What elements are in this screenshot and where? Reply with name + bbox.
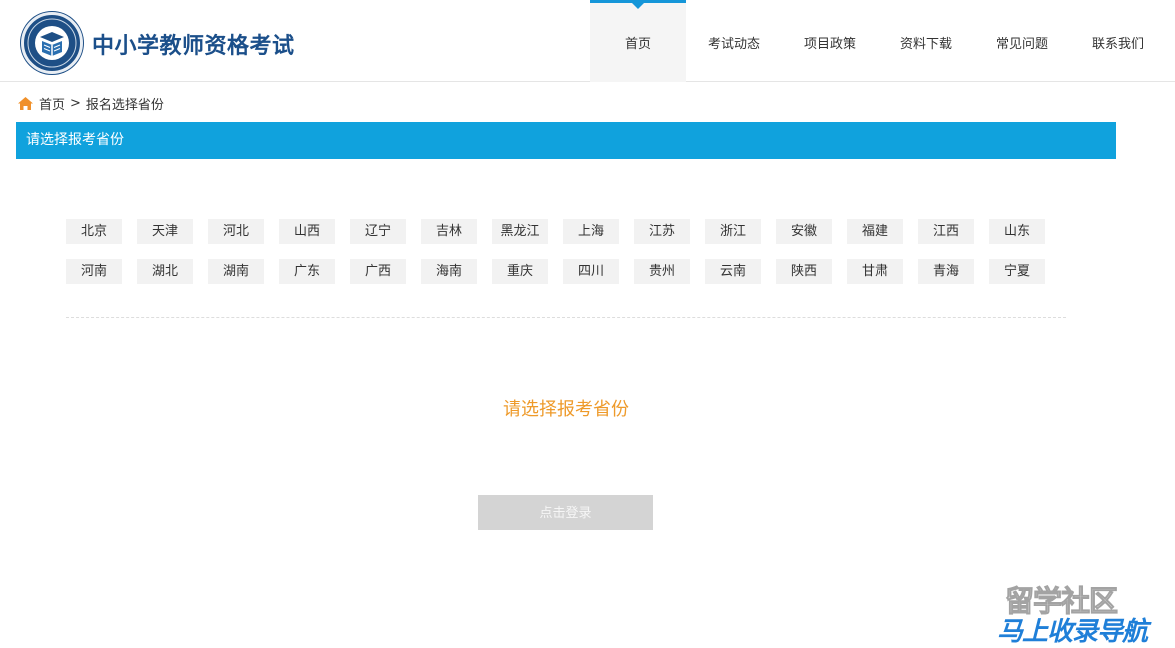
breadcrumb: 首页 > 报名选择省份 xyxy=(17,93,164,113)
breadcrumb-home-link[interactable]: 首页 xyxy=(39,94,65,113)
province-button[interactable]: 山东 xyxy=(989,219,1045,244)
province-button[interactable]: 四川 xyxy=(563,259,619,284)
province-button[interactable]: 湖南 xyxy=(208,259,264,284)
nav-item-downloads[interactable]: 资料下载 xyxy=(878,0,974,82)
province-button[interactable]: 海南 xyxy=(421,259,477,284)
province-button[interactable]: 安徽 xyxy=(776,219,832,244)
main-nav: 首页 考试动态 项目政策 资料下载 常见问题 联系我们 xyxy=(590,0,1166,82)
nav-item-contact[interactable]: 联系我们 xyxy=(1070,0,1166,82)
province-button[interactable]: 重庆 xyxy=(492,259,548,284)
province-button[interactable]: 浙江 xyxy=(705,219,761,244)
dashed-divider xyxy=(66,317,1066,318)
site-title: 中小学教师资格考试 xyxy=(92,34,295,59)
province-button[interactable]: 陕西 xyxy=(776,259,832,284)
province-button[interactable]: 广西 xyxy=(350,259,406,284)
province-button[interactable]: 青海 xyxy=(918,259,974,284)
nav-item-home[interactable]: 首页 xyxy=(590,0,686,82)
province-button[interactable]: 北京 xyxy=(66,219,122,244)
breadcrumb-separator: > xyxy=(70,95,81,111)
nav-item-faq[interactable]: 常见问题 xyxy=(974,0,1070,82)
province-list: 北京 天津 河北 山西 辽宁 吉林 黑龙江 上海 江苏 浙江 安徽 福建 江西 山东 河南 湖北 湖南 广东 广西… xyxy=(66,219,1066,299)
province-button[interactable]: 江西 xyxy=(918,219,974,244)
site-header: 中小学教师资格考试 首页 考试动态 项目政策 资料下载 常见问题 联系我们 xyxy=(0,0,1175,82)
province-button[interactable]: 云南 xyxy=(705,259,761,284)
watermark-logo: 留学社区 马上收录导航 xyxy=(997,578,1175,648)
province-button[interactable]: 福建 xyxy=(847,219,903,244)
province-button[interactable]: 河北 xyxy=(208,219,264,244)
province-button[interactable]: 江苏 xyxy=(634,219,690,244)
province-button[interactable]: 甘肃 xyxy=(847,259,903,284)
province-row-2: 河南 湖北 湖南 广东 广西 海南 重庆 四川 贵州 云南 陕西 甘肃 青海 宁夏 xyxy=(66,259,1066,284)
watermark-line-2: 马上收录导航 xyxy=(997,617,1148,647)
nav-item-policy[interactable]: 项目政策 xyxy=(782,0,878,82)
section-title-bar: 请选择报考省份 xyxy=(16,122,1116,159)
province-button[interactable]: 上海 xyxy=(563,219,619,244)
province-button[interactable]: 山西 xyxy=(279,219,335,244)
login-button[interactable]: 点击登录 xyxy=(478,495,653,530)
breadcrumb-current: 报名选择省份 xyxy=(85,97,164,113)
home-icon xyxy=(18,96,33,110)
province-button[interactable]: 吉林 xyxy=(421,219,477,244)
province-button[interactable]: 辽宁 xyxy=(350,219,406,244)
province-button[interactable]: 贵州 xyxy=(634,259,690,284)
book-emblem-icon[interactable] xyxy=(21,12,83,74)
province-button[interactable]: 天津 xyxy=(137,219,193,244)
province-row-1: 北京 天津 河北 山西 辽宁 吉林 黑龙江 上海 江苏 浙江 安徽 福建 江西 山东 xyxy=(66,219,1066,244)
select-province-prompt: 请选择报考省份 xyxy=(503,399,629,420)
province-button[interactable]: 宁夏 xyxy=(989,259,1045,284)
province-button[interactable]: 湖北 xyxy=(137,259,193,284)
province-button[interactable]: 广东 xyxy=(279,259,335,284)
nav-item-exam-news[interactable]: 考试动态 xyxy=(686,0,782,82)
province-button[interactable]: 黑龙江 xyxy=(492,219,548,244)
province-button[interactable]: 河南 xyxy=(66,259,122,284)
